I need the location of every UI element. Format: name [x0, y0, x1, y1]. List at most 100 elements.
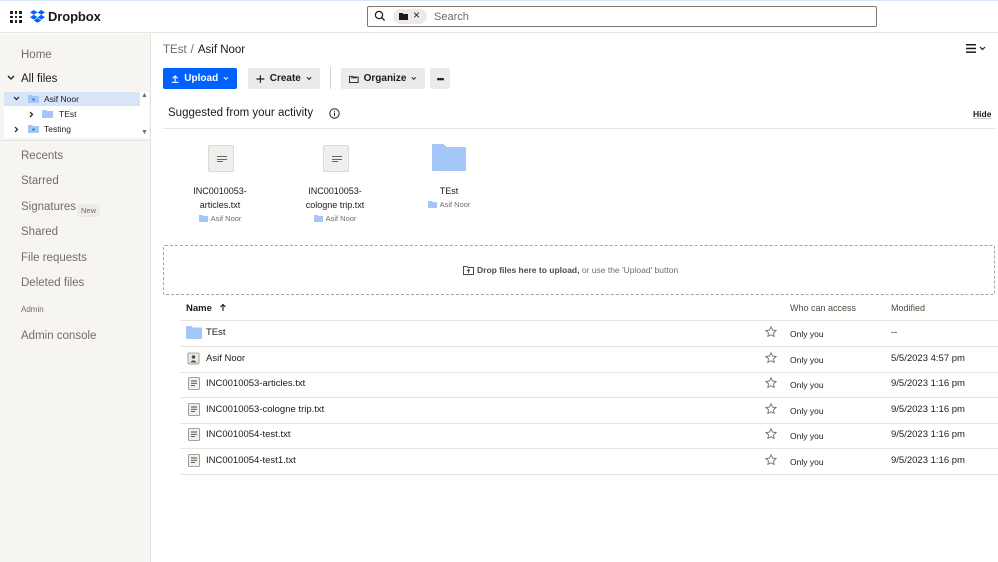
- chevron-down-icon: [411, 76, 417, 80]
- table-row[interactable]: Asif Noor Only you 5/5/2023 4:57 pm: [180, 347, 998, 373]
- row-who-can-access: Only you: [790, 329, 824, 339]
- star-icon[interactable]: [765, 428, 777, 440]
- hide-suggestions-button[interactable]: Hide: [973, 109, 991, 119]
- dropbox-logo[interactable]: Dropbox: [30, 9, 101, 24]
- clear-scope-icon[interactable]: ×: [413, 8, 420, 22]
- team-folder-icon: [313, 215, 323, 222]
- row-name[interactable]: INC0010053-cologne trip.txt: [206, 404, 324, 415]
- star-icon[interactable]: [765, 326, 777, 338]
- sidebar-item-admin-console[interactable]: Admin console: [21, 330, 96, 342]
- sidebar: Home All files Asif Noor TEst Testing ▲ …: [0, 34, 151, 562]
- column-header-modified[interactable]: Modified: [891, 303, 925, 313]
- search-input[interactable]: [434, 9, 854, 24]
- star-icon[interactable]: [765, 403, 777, 415]
- star-icon[interactable]: [765, 454, 777, 466]
- list-view-icon: [966, 44, 976, 53]
- suggested-name: TEst: [439, 186, 459, 196]
- team-folder-icon: [427, 201, 437, 208]
- table-row[interactable]: INC0010054-test1.txt Only you 9/5/2023 1…: [180, 449, 998, 475]
- dropzone-text: Drop files here to upload, or use the 'U…: [477, 265, 679, 275]
- row-name[interactable]: INC0010054-test1.txt: [206, 455, 296, 466]
- plus-icon: [256, 74, 265, 83]
- chevron-down-icon: [306, 76, 312, 81]
- info-icon[interactable]: [329, 108, 340, 119]
- folder-icon: [42, 110, 53, 118]
- tree-item-test[interactable]: TEst: [4, 107, 140, 121]
- breadcrumb-current: Asif Noor: [197, 44, 246, 56]
- row-name[interactable]: INC0010053-articles.txt: [206, 378, 305, 389]
- star-icon[interactable]: [765, 352, 777, 364]
- view-options-button[interactable]: [966, 44, 986, 53]
- table-row[interactable]: INC0010053-cologne trip.txt Only you 9/5…: [180, 398, 998, 424]
- team-folder-icon: [187, 352, 200, 365]
- folder-icon: [186, 326, 202, 339]
- row-name[interactable]: Asif Noor: [206, 353, 245, 364]
- column-header-name[interactable]: Name: [186, 303, 227, 314]
- sidebar-item-recents[interactable]: Recents: [21, 150, 63, 162]
- sidebar-item-deleted-files[interactable]: Deleted files: [21, 277, 84, 289]
- organize-label: Organize: [363, 73, 407, 84]
- folder-tree: Asif Noor TEst Testing: [4, 92, 149, 138]
- suggested-card[interactable]: INC0010053- cologne trip.txt Asif Noor: [290, 144, 380, 223]
- table-row[interactable]: TEst Only you --: [180, 321, 998, 347]
- search-scope-chip[interactable]: ×: [393, 8, 427, 24]
- row-who-can-access: Only you: [790, 380, 824, 390]
- tree-item-label: Asif Noor: [44, 94, 79, 104]
- dropbox-icon: [30, 10, 45, 23]
- team-folder-icon: [28, 95, 39, 103]
- table-header: Name Who can access Modified: [180, 299, 998, 321]
- chevron-down-icon[interactable]: [7, 75, 15, 81]
- table-row[interactable]: INC0010054-test.txt Only you 9/5/2023 1:…: [180, 423, 998, 449]
- more-actions-button[interactable]: •••: [430, 68, 450, 89]
- upload-dropzone[interactable]: Drop files here to upload, or use the 'U…: [163, 245, 995, 295]
- star-icon[interactable]: [765, 377, 777, 389]
- chevron-right-icon: [29, 111, 34, 118]
- text-file-icon: [188, 403, 200, 416]
- text-file-icon: [188, 428, 200, 441]
- folder-icon: [432, 144, 466, 171]
- sidebar-item-home[interactable]: Home: [21, 49, 52, 61]
- sidebar-item-starred[interactable]: Starred: [21, 175, 59, 187]
- suggested-divider: [163, 128, 995, 129]
- app-name: Dropbox: [48, 9, 101, 24]
- team-folder-icon: [198, 215, 208, 222]
- suggested-name: INC0010053- articles.txt: [193, 186, 247, 210]
- text-file-icon: [188, 377, 200, 390]
- row-modified: 9/5/2023 1:16 pm: [891, 455, 965, 466]
- app-grid-icon[interactable]: [10, 11, 22, 23]
- suggested-card[interactable]: INC0010053- articles.txt Asif Noor: [175, 144, 265, 223]
- chevron-down-icon: [13, 96, 20, 101]
- column-header-who-can-access: Who can access: [790, 303, 857, 313]
- sidebar-item-file-requests[interactable]: File requests: [21, 252, 87, 264]
- suggested-location: Asif Noor: [404, 200, 494, 209]
- upload-button[interactable]: Upload: [163, 68, 237, 89]
- row-name[interactable]: TEst: [206, 327, 226, 338]
- top-bar: Dropbox ×: [0, 0, 998, 33]
- organize-folder-icon: [349, 75, 359, 83]
- scroll-up-icon[interactable]: ▲: [141, 92, 148, 99]
- tree-item-testing[interactable]: Testing: [4, 122, 140, 136]
- tree-item-label: Testing: [44, 124, 71, 134]
- row-modified: 9/5/2023 1:16 pm: [891, 378, 965, 389]
- row-who-can-access: Only you: [790, 431, 824, 441]
- suggested-card[interactable]: TEst Asif Noor: [404, 144, 494, 209]
- table-row[interactable]: INC0010053-articles.txt Only you 9/5/202…: [180, 372, 998, 398]
- scroll-down-icon[interactable]: ▼: [141, 129, 148, 136]
- create-button[interactable]: Create: [248, 68, 320, 89]
- sidebar-item-all-files[interactable]: All files: [21, 73, 57, 85]
- search-bar[interactable]: ×: [367, 6, 877, 27]
- text-file-icon: [208, 145, 234, 172]
- more-icon: •••: [436, 73, 445, 84]
- row-name[interactable]: INC0010054-test.txt: [206, 429, 291, 440]
- breadcrumb: TEst / Asif Noor: [163, 44, 245, 56]
- row-modified: 9/5/2023 1:16 pm: [891, 429, 965, 440]
- sidebar-item-signatures[interactable]: Signatures: [21, 201, 76, 213]
- breadcrumb-parent[interactable]: TEst: [163, 44, 187, 56]
- admin-section-label: Admin: [21, 305, 44, 314]
- sidebar-item-shared[interactable]: Shared: [21, 226, 58, 238]
- organize-button[interactable]: Organize: [341, 68, 425, 89]
- row-who-can-access: Only you: [790, 355, 824, 365]
- tree-item-label: TEst: [59, 109, 77, 119]
- tree-item-asif-noor[interactable]: Asif Noor: [4, 92, 140, 106]
- suggested-location: Asif Noor: [290, 214, 380, 223]
